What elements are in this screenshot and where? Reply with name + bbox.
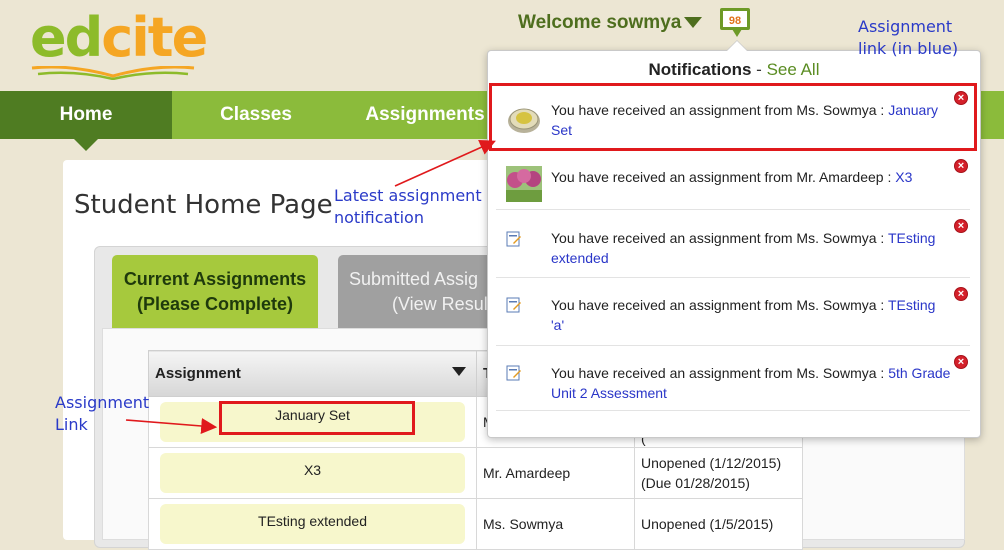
annotation-arrows bbox=[125, 139, 496, 434]
arrow-to-latest-notification bbox=[394, 139, 496, 187]
arrow-to-assignment-link bbox=[125, 418, 218, 434]
